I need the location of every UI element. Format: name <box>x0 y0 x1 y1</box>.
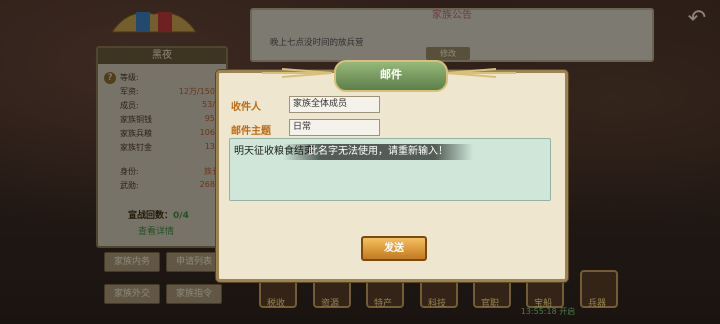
subject-label: 邮件主题 <box>231 126 271 137</box>
recipient-field[interactable]: 家族全体成员 <box>289 96 380 113</box>
subject-field[interactable]: 日常 <box>289 119 380 136</box>
recipient-label: 收件人 <box>231 102 261 113</box>
error-toast: 此名字无法使用，请重新输入！ <box>283 144 473 160</box>
title-ornament-left-icon <box>262 68 332 78</box>
mail-dialog: 收件人 家族全体成员 邮件主题 日常 明天征收粮食结束 发送 <box>216 70 568 282</box>
send-button[interactable]: 发送 <box>361 236 427 261</box>
title-ornament-right-icon <box>446 68 516 78</box>
mail-title-plaque: 邮件 <box>334 60 448 92</box>
mail-title: 邮件 <box>380 68 402 81</box>
